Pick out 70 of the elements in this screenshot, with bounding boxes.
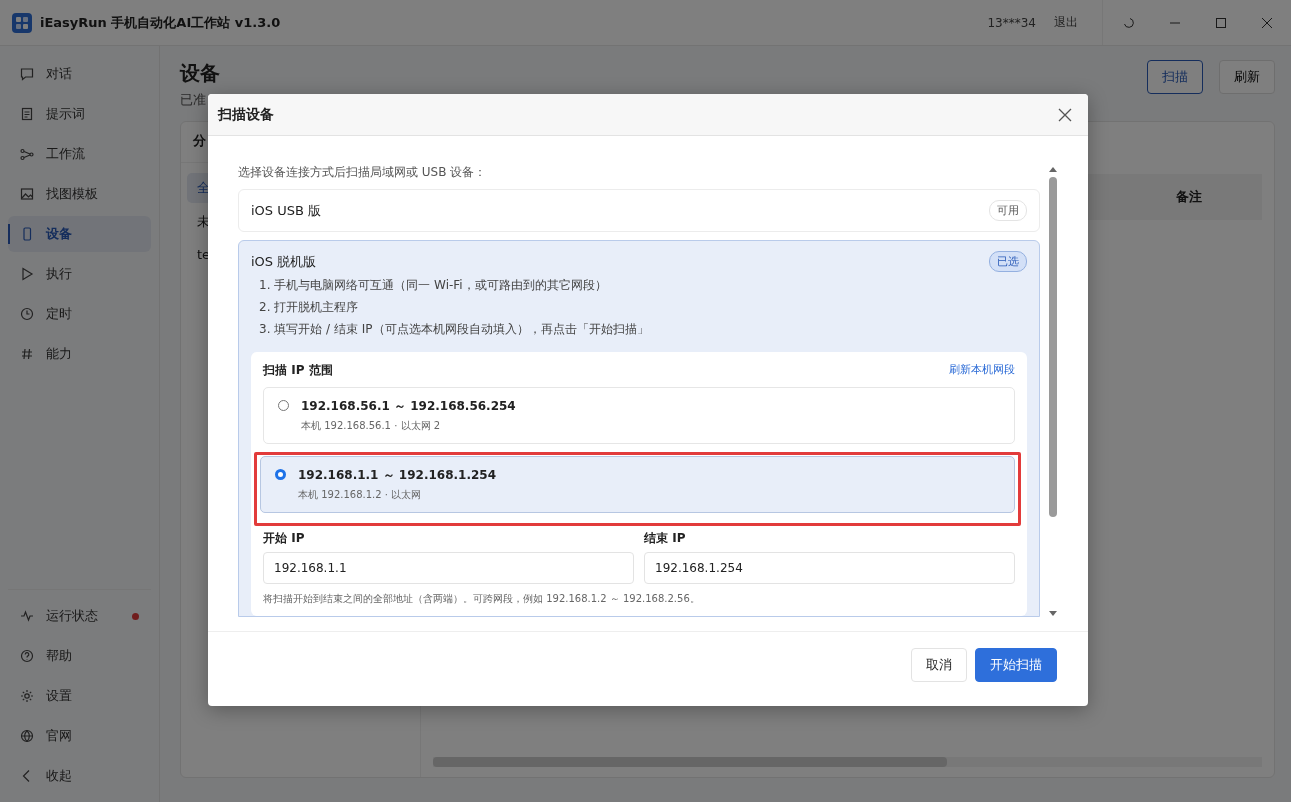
status-badge: 已选 bbox=[989, 251, 1027, 272]
window-title: iEasyRun 手机自动化AI工作站 v1.3.0 bbox=[40, 13, 281, 32]
image-icon bbox=[20, 187, 34, 201]
refresh-network-link[interactable]: 刷新本机网段 bbox=[949, 362, 1015, 379]
scrollbar-thumb[interactable] bbox=[1049, 177, 1057, 517]
radio-button[interactable] bbox=[275, 469, 286, 480]
range-text: 192.168.56.1 ～ 192.168.56.254 bbox=[301, 398, 516, 415]
section-title: 扫描 IP 范围 bbox=[263, 362, 333, 379]
chat-bubble-icon bbox=[20, 67, 34, 81]
page-subtitle: 已准 bbox=[180, 91, 207, 109]
settings-icon bbox=[20, 689, 34, 703]
sidebar-item[interactable]: 执行 bbox=[8, 256, 151, 292]
column-header: 备注 bbox=[1176, 188, 1202, 206]
sidebar-item[interactable]: 运行状态 bbox=[8, 598, 151, 634]
scroll-down-arrow-icon[interactable] bbox=[1049, 611, 1057, 617]
sidebar-item[interactable]: 帮助 bbox=[8, 638, 151, 674]
logout-link[interactable]: 退出 bbox=[1050, 12, 1082, 33]
start-ip-input[interactable]: 192.168.1.1 bbox=[263, 552, 634, 584]
ip-range-option[interactable]: 192.168.56.1 ～ 192.168.56.254 本机 192.168.56.1 · 以太网 2 bbox=[263, 387, 1015, 444]
hash-icon bbox=[20, 347, 34, 361]
clock-icon bbox=[20, 307, 34, 321]
sidebar-item[interactable]: 提示词 bbox=[8, 96, 151, 132]
ip-range-option[interactable]: 192.168.1.1 ～ 192.168.1.254 本机 192.168.1.2 · 以太网 bbox=[260, 456, 1015, 513]
option-title: iOS USB 版 bbox=[251, 201, 322, 220]
radio-button[interactable] bbox=[278, 400, 289, 411]
pulse-icon bbox=[20, 609, 34, 623]
nodes-icon bbox=[20, 147, 34, 161]
scan-button[interactable]: 扫描 bbox=[1147, 60, 1203, 94]
close-icon[interactable] bbox=[1058, 107, 1072, 122]
help-icon bbox=[20, 649, 34, 663]
cancel-button[interactable]: 取消 bbox=[911, 648, 967, 682]
start-scan-button[interactable]: 开始扫描 bbox=[975, 648, 1057, 682]
sidebar-item[interactable]: 官网 bbox=[8, 718, 151, 754]
hint-text: 将扫描开始到结束之间的全部地址（含两端）。可跨网段，例如 192.168.1.2 ～ 192.168.2.56。 bbox=[263, 592, 701, 606]
maximize-icon[interactable] bbox=[1215, 16, 1227, 29]
instruction-step: 2. 打开脱机主程序 bbox=[259, 298, 1027, 316]
sidebar-item[interactable]: 能力 bbox=[8, 336, 151, 372]
field-label: 结束 IP bbox=[644, 530, 687, 547]
sidebar-item[interactable]: 找图模板 bbox=[8, 176, 151, 212]
horizontal-scrollbar[interactable] bbox=[433, 757, 1262, 767]
end-ip-input[interactable]: 192.168.1.254 bbox=[644, 552, 1015, 584]
user-account: 13***34 bbox=[987, 15, 1036, 30]
connection-option[interactable] bbox=[238, 240, 1040, 617]
play-icon bbox=[20, 267, 34, 281]
scroll-up-arrow-icon[interactable] bbox=[1049, 166, 1057, 172]
range-text: 192.168.1.1 ～ 192.168.1.254 bbox=[298, 467, 496, 484]
sidebar-item[interactable]: 设置 bbox=[8, 678, 151, 714]
connection-option[interactable]: iOS USB 版 可用 bbox=[238, 189, 1040, 232]
option-title: iOS 脱机版 bbox=[251, 252, 317, 271]
range-detail: 本机 192.168.1.2 · 以太网 bbox=[298, 488, 423, 502]
close-icon[interactable] bbox=[1261, 16, 1273, 29]
sidebar-item[interactable]: 设备 bbox=[8, 216, 151, 252]
range-detail: 本机 192.168.56.1 · 以太网 2 bbox=[301, 419, 442, 433]
sidebar-item[interactable]: 收起 bbox=[8, 758, 151, 794]
instruction-step: 1. 手机与电脑网络可互通（同一 Wi-Fi，或可路由到的其它网段） bbox=[259, 276, 1027, 294]
sidebar-item[interactable]: 工作流 bbox=[8, 136, 151, 172]
phone-icon bbox=[20, 227, 34, 241]
field-label: 开始 IP bbox=[263, 530, 306, 547]
intro-text: 选择设备连接方式后扫描局域网或 USB 设备： bbox=[238, 164, 488, 181]
sidebar-item[interactable]: 定时 bbox=[8, 296, 151, 332]
refresh-button[interactable]: 刷新 bbox=[1219, 60, 1275, 94]
document-icon bbox=[20, 107, 34, 121]
app-logo-icon bbox=[12, 12, 32, 33]
dialog-title: 扫描设备 bbox=[218, 105, 274, 124]
instruction-step: 3. 填写开始 / 结束 IP（可点选本机网段自动填入），再点击「开始扫描」 bbox=[259, 320, 1027, 338]
theme-moon-icon[interactable] bbox=[1123, 16, 1135, 29]
status-badge: 可用 bbox=[989, 200, 1027, 221]
globe-icon bbox=[20, 729, 34, 743]
sidebar-item[interactable]: 对话 bbox=[8, 56, 151, 92]
page-title: 设备 bbox=[180, 60, 220, 87]
